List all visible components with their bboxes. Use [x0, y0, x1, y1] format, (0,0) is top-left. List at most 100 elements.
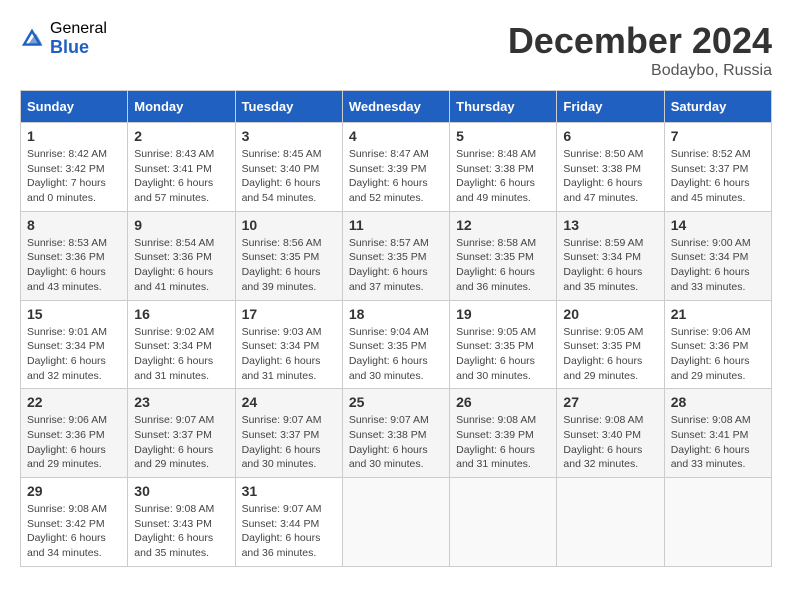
day-number: 3 — [242, 128, 336, 144]
title-section: December 2024 Bodaybo, Russia — [508, 20, 772, 80]
sunset-label: Sunset: 3:37 PM — [134, 429, 212, 441]
calendar-cell: 19 Sunrise: 9:05 AM Sunset: 3:35 PM Dayl… — [450, 300, 557, 389]
day-number: 29 — [27, 483, 121, 499]
calendar-cell: 14 Sunrise: 9:00 AM Sunset: 3:34 PM Dayl… — [664, 211, 771, 300]
sunrise-label: Sunrise: 9:07 AM — [349, 414, 429, 426]
calendar-cell: 7 Sunrise: 8:52 AM Sunset: 3:37 PM Dayli… — [664, 123, 771, 212]
day-header-saturday: Saturday — [664, 91, 771, 123]
sunrise-label: Sunrise: 9:08 AM — [671, 414, 751, 426]
day-info: Sunrise: 9:07 AM Sunset: 3:44 PM Dayligh… — [242, 502, 336, 561]
sunrise-label: Sunrise: 8:54 AM — [134, 237, 214, 249]
day-info: Sunrise: 9:08 AM Sunset: 3:40 PM Dayligh… — [563, 413, 657, 472]
sunset-label: Sunset: 3:35 PM — [456, 251, 534, 263]
sunrise-label: Sunrise: 9:07 AM — [242, 503, 322, 515]
day-header-sunday: Sunday — [21, 91, 128, 123]
logo-text: General Blue — [50, 20, 107, 57]
logo: General Blue — [20, 20, 107, 57]
sunrise-label: Sunrise: 9:06 AM — [27, 414, 107, 426]
daylight-label: Daylight: 6 hours and 47 minutes. — [563, 177, 642, 204]
day-number: 4 — [349, 128, 443, 144]
calendar-week-4: 22 Sunrise: 9:06 AM Sunset: 3:36 PM Dayl… — [21, 389, 772, 478]
day-info: Sunrise: 9:01 AM Sunset: 3:34 PM Dayligh… — [27, 325, 121, 384]
sunset-label: Sunset: 3:43 PM — [134, 518, 212, 530]
day-number: 5 — [456, 128, 550, 144]
daylight-label: Daylight: 6 hours and 32 minutes. — [563, 444, 642, 471]
day-info: Sunrise: 8:42 AM Sunset: 3:42 PM Dayligh… — [27, 147, 121, 206]
calendar-cell: 5 Sunrise: 8:48 AM Sunset: 3:38 PM Dayli… — [450, 123, 557, 212]
daylight-label: Daylight: 6 hours and 34 minutes. — [27, 532, 106, 559]
daylight-label: Daylight: 6 hours and 35 minutes. — [134, 532, 213, 559]
sunrise-label: Sunrise: 8:47 AM — [349, 148, 429, 160]
daylight-label: Daylight: 6 hours and 29 minutes. — [134, 444, 213, 471]
sunset-label: Sunset: 3:37 PM — [242, 429, 320, 441]
calendar-header-row: SundayMondayTuesdayWednesdayThursdayFrid… — [21, 91, 772, 123]
calendar-cell — [342, 478, 449, 567]
sunset-label: Sunset: 3:36 PM — [134, 251, 212, 263]
sunrise-label: Sunrise: 8:58 AM — [456, 237, 536, 249]
sunrise-label: Sunrise: 9:08 AM — [456, 414, 536, 426]
daylight-label: Daylight: 6 hours and 36 minutes. — [242, 532, 321, 559]
day-number: 31 — [242, 483, 336, 499]
calendar-cell: 12 Sunrise: 8:58 AM Sunset: 3:35 PM Dayl… — [450, 211, 557, 300]
daylight-label: Daylight: 6 hours and 43 minutes. — [27, 266, 106, 293]
daylight-label: Daylight: 6 hours and 29 minutes. — [27, 444, 106, 471]
daylight-label: Daylight: 6 hours and 36 minutes. — [456, 266, 535, 293]
day-number: 1 — [27, 128, 121, 144]
calendar-cell: 9 Sunrise: 8:54 AM Sunset: 3:36 PM Dayli… — [128, 211, 235, 300]
calendar-cell: 28 Sunrise: 9:08 AM Sunset: 3:41 PM Dayl… — [664, 389, 771, 478]
sunrise-label: Sunrise: 9:05 AM — [456, 326, 536, 338]
daylight-label: Daylight: 6 hours and 31 minutes. — [242, 355, 321, 382]
sunset-label: Sunset: 3:35 PM — [349, 340, 427, 352]
sunset-label: Sunset: 3:42 PM — [27, 518, 105, 530]
logo-icon — [20, 27, 44, 51]
daylight-label: Daylight: 6 hours and 37 minutes. — [349, 266, 428, 293]
day-info: Sunrise: 8:48 AM Sunset: 3:38 PM Dayligh… — [456, 147, 550, 206]
calendar-week-1: 1 Sunrise: 8:42 AM Sunset: 3:42 PM Dayli… — [21, 123, 772, 212]
logo-blue: Blue — [50, 38, 107, 58]
sunrise-label: Sunrise: 9:08 AM — [27, 503, 107, 515]
daylight-label: Daylight: 6 hours and 30 minutes. — [242, 444, 321, 471]
day-info: Sunrise: 9:05 AM Sunset: 3:35 PM Dayligh… — [456, 325, 550, 384]
sunset-label: Sunset: 3:38 PM — [563, 163, 641, 175]
calendar-cell: 29 Sunrise: 9:08 AM Sunset: 3:42 PM Dayl… — [21, 478, 128, 567]
calendar-cell: 13 Sunrise: 8:59 AM Sunset: 3:34 PM Dayl… — [557, 211, 664, 300]
sunset-label: Sunset: 3:42 PM — [27, 163, 105, 175]
day-number: 25 — [349, 394, 443, 410]
sunset-label: Sunset: 3:35 PM — [349, 251, 427, 263]
day-info: Sunrise: 9:06 AM Sunset: 3:36 PM Dayligh… — [671, 325, 765, 384]
sunrise-label: Sunrise: 9:06 AM — [671, 326, 751, 338]
day-number: 13 — [563, 217, 657, 233]
sunrise-label: Sunrise: 9:00 AM — [671, 237, 751, 249]
sunset-label: Sunset: 3:38 PM — [349, 429, 427, 441]
sunrise-label: Sunrise: 9:03 AM — [242, 326, 322, 338]
day-number: 6 — [563, 128, 657, 144]
calendar-cell: 8 Sunrise: 8:53 AM Sunset: 3:36 PM Dayli… — [21, 211, 128, 300]
day-info: Sunrise: 8:43 AM Sunset: 3:41 PM Dayligh… — [134, 147, 228, 206]
day-number: 16 — [134, 306, 228, 322]
sunrise-label: Sunrise: 8:48 AM — [456, 148, 536, 160]
calendar-cell: 11 Sunrise: 8:57 AM Sunset: 3:35 PM Dayl… — [342, 211, 449, 300]
day-number: 9 — [134, 217, 228, 233]
day-header-tuesday: Tuesday — [235, 91, 342, 123]
day-header-friday: Friday — [557, 91, 664, 123]
calendar-cell: 2 Sunrise: 8:43 AM Sunset: 3:41 PM Dayli… — [128, 123, 235, 212]
day-number: 23 — [134, 394, 228, 410]
day-info: Sunrise: 8:47 AM Sunset: 3:39 PM Dayligh… — [349, 147, 443, 206]
daylight-label: Daylight: 6 hours and 30 minutes. — [349, 355, 428, 382]
sunset-label: Sunset: 3:34 PM — [671, 251, 749, 263]
day-info: Sunrise: 9:06 AM Sunset: 3:36 PM Dayligh… — [27, 413, 121, 472]
sunset-label: Sunset: 3:35 PM — [456, 340, 534, 352]
day-number: 18 — [349, 306, 443, 322]
sunset-label: Sunset: 3:35 PM — [563, 340, 641, 352]
calendar-cell: 27 Sunrise: 9:08 AM Sunset: 3:40 PM Dayl… — [557, 389, 664, 478]
day-info: Sunrise: 8:59 AM Sunset: 3:34 PM Dayligh… — [563, 236, 657, 295]
daylight-label: Daylight: 6 hours and 35 minutes. — [563, 266, 642, 293]
logo-general: General — [50, 20, 107, 38]
day-number: 21 — [671, 306, 765, 322]
day-info: Sunrise: 8:57 AM Sunset: 3:35 PM Dayligh… — [349, 236, 443, 295]
sunrise-label: Sunrise: 9:01 AM — [27, 326, 107, 338]
daylight-label: Daylight: 6 hours and 30 minutes. — [456, 355, 535, 382]
calendar-week-5: 29 Sunrise: 9:08 AM Sunset: 3:42 PM Dayl… — [21, 478, 772, 567]
page-header: General Blue December 2024 Bodaybo, Russ… — [20, 20, 772, 80]
sunrise-label: Sunrise: 9:08 AM — [134, 503, 214, 515]
